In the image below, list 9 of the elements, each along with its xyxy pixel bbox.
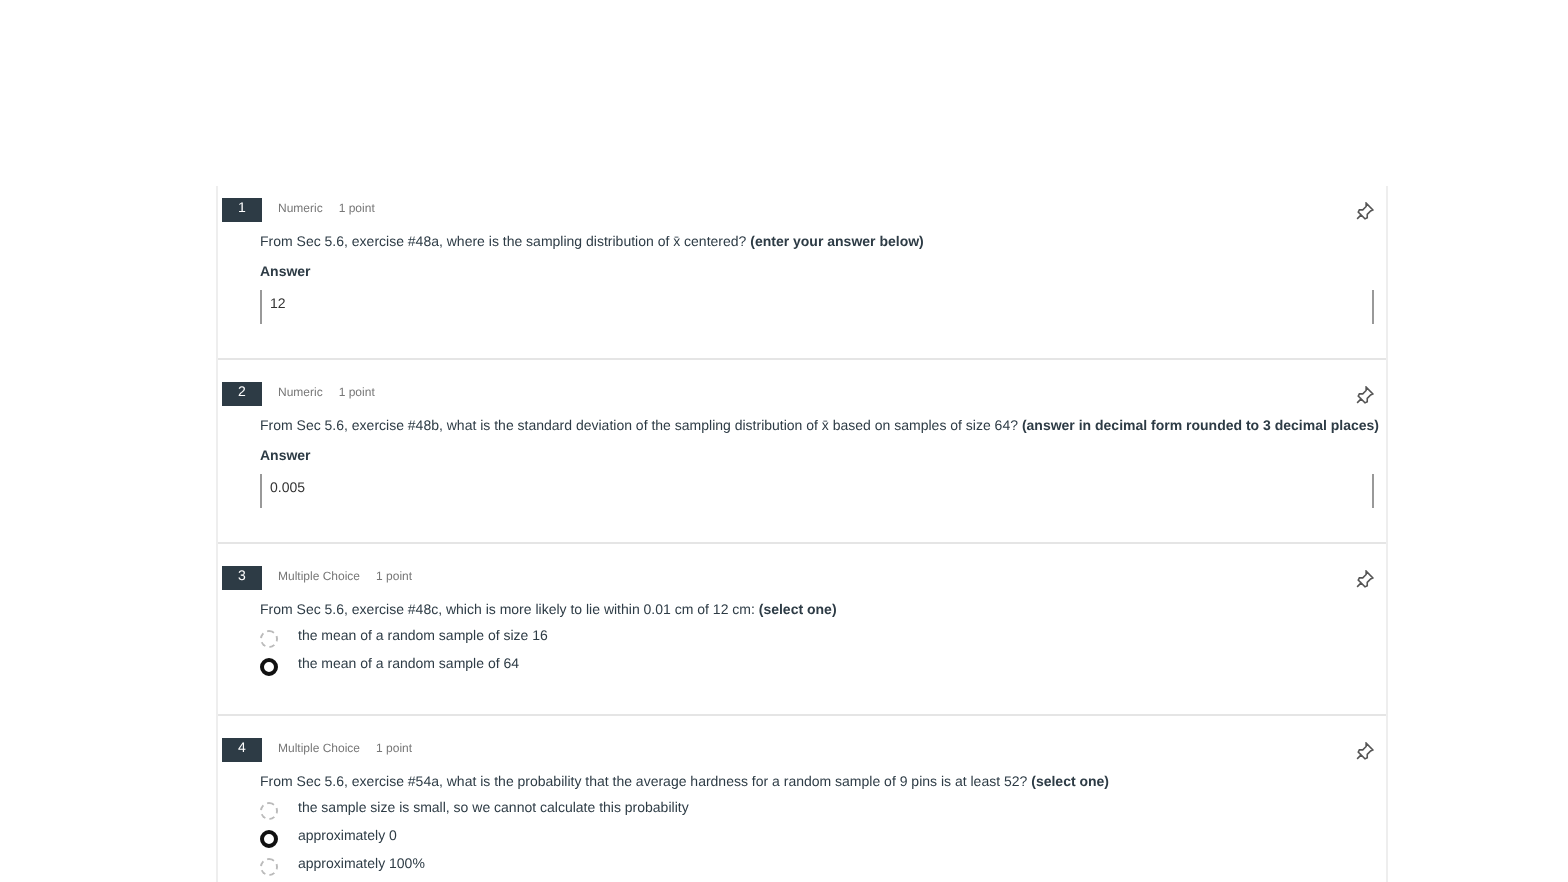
radio-button[interactable] <box>260 857 278 875</box>
radio-button[interactable] <box>260 629 278 647</box>
radio-button[interactable] <box>260 801 278 819</box>
pin-icon[interactable] <box>1356 385 1374 403</box>
pin-icon[interactable] <box>1356 201 1374 219</box>
pin-icon[interactable] <box>1356 569 1374 587</box>
radio-button[interactable] <box>260 829 278 847</box>
radio-button[interactable] <box>260 657 278 675</box>
pin-icon[interactable] <box>1356 741 1374 759</box>
